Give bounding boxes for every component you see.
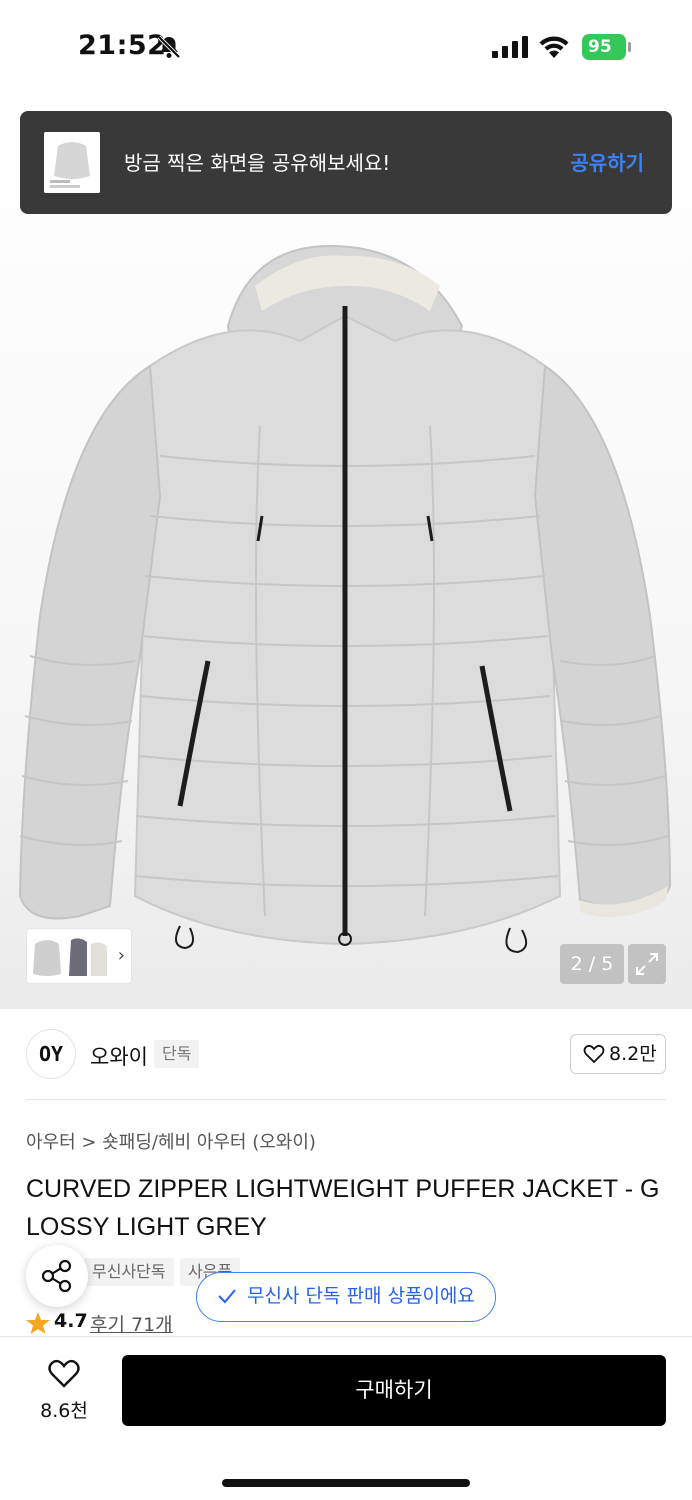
check-icon bbox=[218, 1289, 236, 1304]
bell-slash-icon bbox=[157, 35, 181, 59]
buy-button[interactable]: 구매하기 bbox=[122, 1355, 666, 1426]
wishlist-count: 8.6천 bbox=[40, 1400, 88, 1422]
share-button[interactable] bbox=[26, 1245, 88, 1307]
share-now-button[interactable]: 공유하기 bbox=[570, 147, 644, 176]
signal-icon bbox=[492, 36, 528, 58]
wishlist-heart-icon[interactable] bbox=[48, 1359, 80, 1389]
expand-icon bbox=[636, 953, 658, 975]
product-title: CURVED ZIPPER LIGHTWEIGHT PUFFER JACKET … bbox=[26, 1175, 660, 1241]
brand-name[interactable]: 오와이 bbox=[90, 1041, 148, 1071]
screenshot-thumbnail bbox=[44, 132, 100, 193]
brand-like-count: 8.2만 bbox=[609, 1043, 657, 1065]
exclusive-notice-text: 무신사 단독 판매 상품이에요 bbox=[247, 1285, 475, 1307]
share-toast[interactable]: 방금 찍은 화면을 공유해보세요! 공유하기 bbox=[20, 111, 672, 214]
status-time: 21:52 bbox=[78, 30, 167, 61]
share-icon bbox=[41, 1259, 72, 1293]
star-icon bbox=[26, 1312, 50, 1334]
thumbnail-images bbox=[33, 938, 107, 976]
image-page-indicator: 2 / 5 bbox=[560, 944, 624, 984]
tag-exclusive: 무신사단독 bbox=[84, 1258, 174, 1286]
battery-level: 95 bbox=[588, 37, 612, 57]
home-indicator bbox=[222, 1479, 470, 1487]
wifi-icon bbox=[539, 36, 569, 58]
expand-image-button[interactable] bbox=[628, 944, 666, 984]
exclusive-badge: 단독 bbox=[154, 1040, 200, 1068]
heart-icon bbox=[583, 1044, 605, 1064]
reviews-link[interactable]: 후기 71개 bbox=[90, 1310, 173, 1337]
brand-logo[interactable]: OY bbox=[26, 1029, 76, 1079]
rating-value: 4.7 bbox=[54, 1310, 88, 1332]
chevron-right-icon[interactable]: › bbox=[118, 945, 125, 966]
breadcrumb[interactable]: 아우터 > 숏패딩/헤비 아우터 (오와이) bbox=[26, 1128, 316, 1154]
status-bar: 21:52 95 bbox=[0, 0, 692, 96]
exclusive-notice-chip: 무신사 단독 판매 상품이에요 bbox=[196, 1272, 496, 1322]
image-thumbnail-strip[interactable]: › bbox=[26, 928, 132, 984]
product-image[interactable] bbox=[0, 96, 692, 1009]
product-image-gallery[interactable] bbox=[0, 96, 692, 1009]
divider bbox=[26, 1099, 666, 1100]
toast-message: 방금 찍은 화면을 공유해보세요! bbox=[124, 151, 391, 175]
brand-like-button[interactable]: 8.2만 bbox=[570, 1034, 666, 1074]
